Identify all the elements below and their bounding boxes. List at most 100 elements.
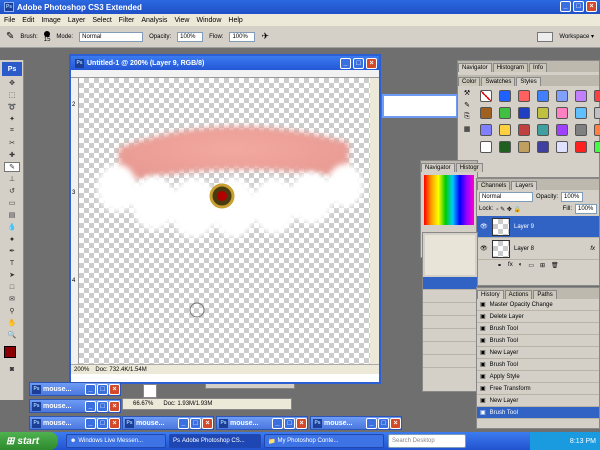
restore-button[interactable]: _: [85, 400, 96, 412]
close-button[interactable]: ×: [390, 417, 401, 429]
maximize-button[interactable]: □: [97, 400, 108, 412]
doc-minimize-button[interactable]: _: [340, 57, 351, 69]
style-swatch[interactable]: [499, 141, 511, 153]
crop-tool-icon[interactable]: ⌗: [4, 126, 20, 136]
lasso-tool-icon[interactable]: ➰: [4, 102, 20, 112]
clone-source-icon[interactable]: ⎘: [464, 113, 470, 121]
style-swatch[interactable]: [594, 90, 600, 102]
style-swatch[interactable]: [556, 90, 568, 102]
minimized-window[interactable]: Ps mouse... _ □ ×: [122, 416, 214, 430]
eraser-tool-icon[interactable]: ▭: [4, 198, 20, 208]
quick-mask-icon[interactable]: ◙: [4, 364, 20, 374]
style-swatch[interactable]: [537, 107, 549, 119]
zoom-readout[interactable]: 200%: [74, 367, 89, 373]
close-button[interactable]: ×: [586, 1, 597, 12]
layer-row[interactable]: 👁 Layer 9: [477, 216, 599, 238]
brush-preset-picker[interactable]: 15: [44, 30, 50, 43]
style-swatch[interactable]: [537, 124, 549, 136]
path-select-icon[interactable]: ➤: [4, 270, 20, 280]
style-swatch[interactable]: [480, 90, 492, 102]
workspace-button[interactable]: Workspace ▾: [559, 33, 594, 40]
style-swatch[interactable]: [480, 124, 492, 136]
gradient-tool-icon[interactable]: ▤: [4, 210, 20, 220]
taskbar-item-folder[interactable]: 📁 My Photoshop Conte...: [264, 434, 384, 448]
dodge-tool-icon[interactable]: ●: [4, 234, 20, 244]
small-layer-row[interactable]: [423, 303, 477, 316]
history-item[interactable]: ▣ Brush Tool: [477, 359, 599, 371]
style-swatch[interactable]: [480, 141, 492, 153]
close-button[interactable]: ×: [109, 417, 120, 429]
canvas[interactable]: [79, 78, 370, 364]
doc-close-button[interactable]: ×: [366, 57, 377, 69]
close-button[interactable]: ×: [202, 417, 213, 429]
small-layer-row[interactable]: [423, 329, 477, 342]
close-button[interactable]: ×: [109, 400, 120, 412]
move-tool-icon[interactable]: ✥: [4, 78, 20, 88]
style-swatch[interactable]: [499, 90, 511, 102]
minimized-window[interactable]: Ps mouse... _ □ ×: [29, 382, 121, 396]
small-layer-row[interactable]: [423, 290, 477, 303]
blur-tool-icon[interactable]: 💧: [4, 222, 20, 232]
vertical-scrollbar[interactable]: [370, 78, 379, 364]
history-item[interactable]: ▣ Brush Tool: [477, 335, 599, 347]
menu-analysis[interactable]: Analysis: [141, 17, 167, 24]
small-layer-row[interactable]: [423, 316, 477, 329]
style-swatch[interactable]: [594, 141, 600, 153]
hand-tool-icon[interactable]: ✋: [4, 318, 20, 328]
brushes-icon[interactable]: ✎: [464, 101, 470, 109]
new-group-icon[interactable]: ▭: [528, 262, 534, 269]
history-item[interactable]: ▣ Delete Layer: [477, 311, 599, 323]
menu-help[interactable]: Help: [228, 17, 242, 24]
visibility-eye-icon[interactable]: 👁: [480, 223, 488, 231]
slice-tool-icon[interactable]: ✂: [4, 138, 20, 148]
style-swatch[interactable]: [499, 107, 511, 119]
small-layer-row[interactable]: [423, 342, 477, 355]
style-swatch[interactable]: [594, 107, 600, 119]
link-layers-icon[interactable]: ⚭: [497, 262, 502, 269]
mode-select[interactable]: Normal: [79, 31, 144, 42]
menu-layer[interactable]: Layer: [68, 17, 86, 24]
maximize-button[interactable]: □: [97, 417, 108, 429]
menu-select[interactable]: Select: [92, 17, 111, 24]
restore-button[interactable]: _: [272, 417, 283, 429]
taskbar-item-photoshop[interactable]: Ps Adobe Photoshop CS...: [169, 434, 261, 448]
style-swatch[interactable]: [518, 124, 530, 136]
brush-tool-icon[interactable]: ✎: [6, 31, 14, 42]
history-item[interactable]: ▣ Brush Tool: [477, 407, 599, 419]
tab-navigator-small[interactable]: Navigator: [421, 163, 455, 172]
style-swatch[interactable]: [556, 124, 568, 136]
style-swatch[interactable]: [556, 141, 568, 153]
add-style-icon[interactable]: fx: [508, 262, 513, 268]
notes-tool-icon[interactable]: ✉: [4, 294, 20, 304]
style-swatch[interactable]: [575, 124, 587, 136]
maximize-button[interactable]: □: [190, 417, 201, 429]
maximize-button[interactable]: □: [97, 383, 108, 395]
palette-well-icon[interactable]: [537, 31, 554, 42]
layer-fx-icon[interactable]: fx: [590, 246, 595, 252]
menu-image[interactable]: Image: [41, 17, 60, 24]
minimize-button[interactable]: _: [560, 1, 571, 12]
tab-histogram[interactable]: Histogram: [492, 63, 529, 72]
style-swatch[interactable]: [480, 107, 492, 119]
delete-layer-icon[interactable]: 🗑: [551, 262, 559, 269]
maximize-button[interactable]: □: [378, 417, 389, 429]
document-window[interactable]: Ps Untitled-1 @ 200% (Layer 9, RGB/8) _ …: [69, 54, 381, 384]
history-item[interactable]: ▣ Free Transform: [477, 383, 599, 395]
pen-tool-icon[interactable]: ✒: [4, 246, 20, 256]
style-swatch[interactable]: [556, 107, 568, 119]
magic-wand-tool-icon[interactable]: ✦: [4, 114, 20, 124]
tool-presets-icon[interactable]: ⚒: [464, 89, 470, 97]
minimized-window[interactable]: Ps mouse... _ □ ×: [216, 416, 308, 430]
foreground-color-swatch[interactable]: [4, 346, 16, 358]
style-swatch[interactable]: [575, 141, 587, 153]
restore-button[interactable]: _: [366, 417, 377, 429]
tab-color[interactable]: Color: [458, 77, 481, 86]
tab-layers[interactable]: Layers: [511, 181, 538, 190]
tab-history[interactable]: History: [477, 290, 504, 299]
shape-tool-icon[interactable]: □: [4, 282, 20, 292]
style-swatch[interactable]: [518, 141, 530, 153]
new-layer-icon[interactable]: ⊞: [540, 262, 545, 269]
close-button[interactable]: ×: [109, 383, 120, 395]
small-layer-row[interactable]: [423, 277, 477, 290]
history-item[interactable]: ▣ Apply Style: [477, 371, 599, 383]
